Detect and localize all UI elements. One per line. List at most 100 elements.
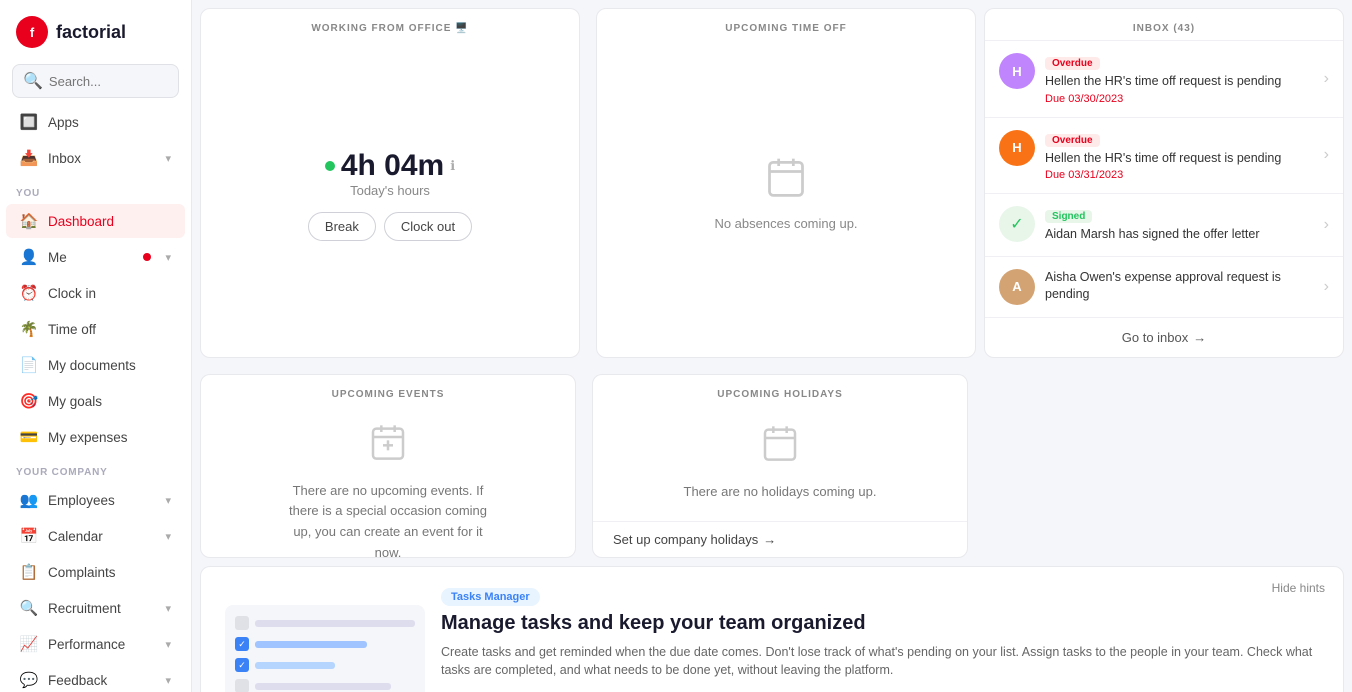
hide-hints-link[interactable]: Hide hints	[1272, 581, 1325, 595]
sidebar-item-dashboard[interactable]: 🏠 Dashboard	[6, 204, 185, 238]
avatar: H	[999, 53, 1035, 89]
checkmark-icon: ✓	[1010, 214, 1023, 234]
inbox-panel: INBOX (43) H Overdue Hellen the HR's tim…	[984, 8, 1344, 358]
inbox-item-content: Overdue Hellen the HR's time off request…	[1045, 130, 1314, 182]
sidebar-item-me[interactable]: 👤 Me ▾	[6, 240, 185, 274]
chevron-down-icon: ▾	[165, 251, 171, 264]
inbox-item-content: Signed Aidan Marsh has signed the offer …	[1045, 206, 1314, 244]
recruitment-icon: 🔍	[20, 599, 38, 617]
section-label-company: YOUR COMPANY	[0, 455, 191, 482]
events-card: UPCOMING EVENTS There are no upcoming ev…	[200, 374, 576, 558]
logo-text: factorial	[56, 22, 126, 43]
sidebar-item-my-expenses[interactable]: 💳 My expenses	[6, 420, 185, 454]
logo-icon: f	[16, 16, 48, 48]
sidebar-item-label: Inbox	[48, 151, 155, 166]
inbox-item[interactable]: H Overdue Hellen the HR's time off reque…	[985, 41, 1343, 118]
timeoff-card: UPCOMING TIME OFF No absences coming up.	[596, 8, 976, 358]
inbox-item[interactable]: H Overdue Hellen the HR's time off reque…	[985, 118, 1343, 195]
arrow-right-icon: ›	[1324, 216, 1329, 234]
sidebar-item-recruitment[interactable]: 🔍 Recruitment ▾	[6, 591, 185, 625]
office-card-header: WORKING FROM OFFICE 🖥️	[201, 9, 579, 40]
holidays-card: UPCOMING HOLIDAYS There are no holidays …	[592, 374, 968, 558]
task-bar	[255, 620, 415, 627]
tasks-description: Create tasks and get reminded when the d…	[441, 643, 1319, 681]
office-card: WORKING FROM OFFICE 🖥️ 4h 04m ℹ Today's …	[200, 8, 580, 358]
chevron-down-icon: ▾	[165, 152, 171, 165]
logo[interactable]: f factorial	[0, 0, 191, 58]
timer-active-dot	[325, 161, 335, 171]
avatar: H	[999, 130, 1035, 166]
no-absences-icon	[764, 155, 808, 208]
sidebar-item-time-off[interactable]: 🌴 Time off	[6, 312, 185, 346]
inbox-item[interactable]: ✓ Signed Aidan Marsh has signed the offe…	[985, 194, 1343, 257]
apps-icon: 🔲	[20, 113, 38, 131]
sidebar-item-complaints[interactable]: 📋 Complaints	[6, 555, 185, 589]
inbox-item-text: Aisha Owen's expense approval request is…	[1045, 269, 1314, 304]
task-bar	[255, 683, 391, 690]
setup-holidays-link[interactable]: Set up company holidays →	[593, 521, 967, 557]
inbox-item-content: Aisha Owen's expense approval request is…	[1045, 269, 1314, 304]
chevron-down-icon: ▾	[165, 494, 171, 507]
dashboard-icon: 🏠	[20, 212, 38, 230]
tasks-badge: Tasks Manager	[441, 588, 540, 606]
inbox-footer: Go to inbox →	[985, 318, 1343, 357]
sidebar-item-label: My goals	[48, 394, 171, 409]
arrow-right-icon: ›	[1324, 146, 1329, 164]
arrow-right-icon: →	[1193, 330, 1206, 345]
inbox-item-text: Aidan Marsh has signed the offer letter	[1045, 226, 1314, 244]
sidebar-item-my-goals[interactable]: 🎯 My goals	[6, 384, 185, 418]
sidebar-item-clock-in[interactable]: ⏰ Clock in	[6, 276, 185, 310]
employees-icon: 👥	[20, 491, 38, 509]
sidebar-item-feedback[interactable]: 💬 Feedback ▾	[6, 663, 185, 692]
tasks-content: Tasks Manager Manage tasks and keep your…	[441, 587, 1319, 692]
sidebar-item-my-documents[interactable]: 📄 My documents	[6, 348, 185, 382]
timeoff-card-header: UPCOMING TIME OFF	[597, 9, 975, 40]
no-events-text: There are no upcoming events. If there i…	[288, 481, 488, 564]
sidebar-item-apps[interactable]: 🔲 Apps	[6, 105, 185, 139]
clock-out-button[interactable]: Clock out	[384, 212, 472, 241]
info-icon: ℹ	[450, 158, 455, 174]
inbox-item-text: Hellen the HR's time off request is pend…	[1045, 73, 1314, 91]
tasks-title: Manage tasks and keep your team organize…	[441, 612, 1319, 635]
inbox-item-due: Due 03/31/2023	[1045, 169, 1314, 181]
task-checkbox	[235, 616, 249, 630]
overdue-badge: Overdue	[1045, 57, 1100, 70]
overdue-badge: Overdue	[1045, 134, 1100, 147]
me-icon: 👤	[20, 248, 38, 266]
sidebar-item-label: Feedback	[48, 673, 155, 688]
sidebar-item-label: My expenses	[48, 430, 171, 445]
inbox-header: INBOX (43)	[985, 9, 1343, 41]
me-badge	[143, 253, 151, 261]
arrow-right-icon: →	[763, 532, 776, 547]
sidebar-item-calendar[interactable]: 📅 Calendar ▾	[6, 519, 185, 553]
search-input[interactable]	[49, 74, 192, 89]
tasks-promo: Hide hints ✓ ✓	[200, 566, 1344, 692]
signed-badge: Signed	[1045, 210, 1092, 223]
inbox-item[interactable]: A Aisha Owen's expense approval request …	[985, 257, 1343, 318]
sidebar-item-label: Employees	[48, 493, 155, 508]
inbox-item-content: Overdue Hellen the HR's time off request…	[1045, 53, 1314, 105]
inbox-item-text: Hellen the HR's time off request is pend…	[1045, 150, 1314, 168]
sidebar-item-label: Apps	[48, 115, 171, 130]
inbox-icon: 📥	[20, 149, 38, 167]
break-button[interactable]: Break	[308, 212, 376, 241]
clock-in-icon: ⏰	[20, 284, 38, 302]
sidebar-item-label: Me	[48, 250, 133, 265]
inbox-item-due: Due 03/30/2023	[1045, 93, 1314, 105]
sidebar-item-label: Performance	[48, 637, 155, 652]
no-holidays-icon	[760, 423, 800, 472]
avatar: ✓	[999, 206, 1035, 242]
go-to-inbox-link[interactable]: Go to inbox →	[1122, 330, 1207, 345]
sidebar-item-employees[interactable]: 👥 Employees ▾	[6, 483, 185, 517]
search-bar[interactable]: 🔍 ⌘K	[12, 64, 179, 98]
chevron-down-icon: ▾	[165, 530, 171, 543]
documents-icon: 📄	[20, 356, 38, 374]
timer-value: 4h 04m	[341, 149, 444, 183]
no-holidays-text: There are no holidays coming up.	[684, 482, 877, 503]
holidays-card-header: UPCOMING HOLIDAYS	[593, 375, 967, 406]
complaints-icon: 📋	[20, 563, 38, 581]
feedback-icon: 💬	[20, 671, 38, 689]
sidebar-item-inbox[interactable]: 📥 Inbox ▾	[6, 141, 185, 175]
sidebar-item-performance[interactable]: 📈 Performance ▾	[6, 627, 185, 661]
events-card-header: UPCOMING EVENTS	[201, 375, 575, 406]
